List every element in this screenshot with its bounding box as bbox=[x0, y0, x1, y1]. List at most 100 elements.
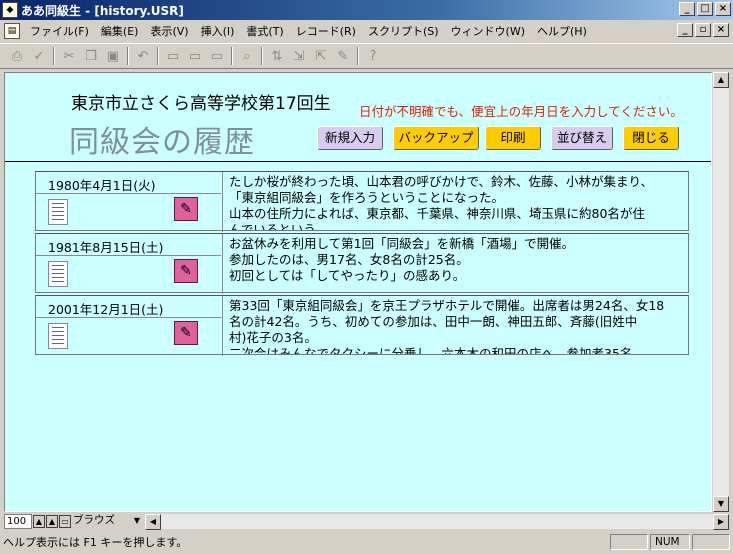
toolbar-separator bbox=[231, 47, 233, 65]
record-description[interactable]: たしか桜が終わった頃、山本君の呼びかけで、鈴木、佐藤、小林が集まり、 「東京組同… bbox=[229, 174, 685, 230]
record-date[interactable]: 1980年4月1日(火) bbox=[48, 175, 155, 194]
delete-record-icon[interactable]: ▭ bbox=[206, 45, 228, 67]
duplicate-record-icon[interactable]: ▭ bbox=[184, 45, 206, 67]
help-icon[interactable]: ? bbox=[362, 45, 384, 67]
vertical-scrollbar[interactable]: ▲ ▼ bbox=[713, 72, 729, 512]
edit-icon[interactable]: ✎ bbox=[174, 321, 198, 345]
zoom-out-icon[interactable]: ▲ bbox=[33, 515, 45, 528]
description-line: 名の計42名。うち、初めての参加は、田中一朗、神田五郎、斉藤(旧姓中 bbox=[229, 314, 638, 329]
description-line: 二次会はみんなでタクシーに分乗し、六本木の和田の店へ。参加者35名。 bbox=[229, 346, 645, 354]
sort-button[interactable]: 並び替え bbox=[551, 126, 613, 150]
menu-window[interactable]: ウィンドウ(W) bbox=[445, 23, 531, 39]
status-pane-empty bbox=[610, 534, 648, 550]
menu-format[interactable]: 書式(T) bbox=[240, 23, 289, 39]
bottom-bar: 100 ▲ ▲ ▭ ブラウズ ▼ ◀ ▶ bbox=[4, 513, 729, 530]
new-record-icon[interactable]: ▭ bbox=[162, 45, 184, 67]
zoom-level[interactable]: 100 bbox=[4, 514, 32, 529]
menu-file[interactable]: ファイル(F) bbox=[24, 23, 95, 39]
horizontal-scrollbar[interactable] bbox=[161, 514, 713, 529]
backup-button[interactable]: バックアップ bbox=[393, 126, 479, 150]
record-description[interactable]: 第33回「東京組同級会」を京王プラザホテルで開催。出席者は男24名、女18 名の… bbox=[229, 298, 685, 354]
description-line: 山本の住所力によれば、東京都、千葉県、神奈川県、埼玉県に約80名が住 bbox=[229, 206, 645, 221]
zoom-in-icon[interactable]: ▲ bbox=[46, 515, 58, 528]
record-separator bbox=[222, 172, 223, 232]
edit-icon[interactable]: ✎ bbox=[174, 259, 198, 283]
record-date[interactable]: 2001年12月1日(土) bbox=[48, 299, 163, 318]
document-controls: _ ▫ × bbox=[677, 23, 729, 37]
school-name: 東京市立さくら高等学校第17回生 bbox=[71, 94, 331, 114]
minimize-button[interactable]: _ bbox=[679, 2, 695, 16]
script-icon[interactable]: ✎ bbox=[332, 45, 354, 67]
header-divider bbox=[5, 161, 711, 162]
sort-icon[interactable]: ⇅ bbox=[266, 45, 288, 67]
toolbar-separator bbox=[261, 47, 263, 65]
document-icon[interactable] bbox=[48, 199, 68, 225]
description-line: 村)花子の3名。 bbox=[229, 330, 317, 345]
paste-icon[interactable]: ▣ bbox=[102, 45, 124, 67]
edit-icon[interactable]: ✎ bbox=[174, 197, 198, 221]
menu-view[interactable]: 表示(V) bbox=[144, 23, 194, 39]
scroll-right-icon[interactable]: ▶ bbox=[713, 513, 729, 530]
print-button[interactable]: 印刷 bbox=[485, 126, 541, 150]
layout-content: 東京市立さくら高等学校第17回生 同級会の履歴 日付が不明確でも、便宜上の年月日… bbox=[4, 72, 712, 512]
cut-icon[interactable]: ✂ bbox=[58, 45, 80, 67]
toolbar: ⎙ ✓ ✂ ❐ ▣ ↶ ▭ ▭ ▭ ⌕ ⇅ ⇲ ⇱ ✎ ? bbox=[0, 43, 733, 69]
record-row[interactable]: 1981年8月15日(土) ✎ お盆休みを利用して第1回「同級会」を新橋「酒場」… bbox=[35, 233, 689, 294]
close-button[interactable]: 閉じる bbox=[623, 126, 679, 150]
maximize-button[interactable]: □ bbox=[697, 2, 713, 16]
record-date[interactable]: 1981年8月15日(土) bbox=[48, 237, 163, 256]
record-separator bbox=[222, 234, 223, 294]
record-description[interactable]: お盆休みを利用して第1回「同級会」を新橋「酒場」で開催。 参加したのは、男17名… bbox=[229, 236, 685, 292]
description-line: たしか桜が終わった頃、山本君の呼びかけで、鈴木、佐藤、小林が集まり、 bbox=[229, 174, 654, 189]
doc-restore-button[interactable]: ▫ bbox=[695, 23, 711, 37]
spellcheck-icon[interactable]: ✓ bbox=[28, 45, 50, 67]
window-title: ああ同級生 - [history.USR] bbox=[21, 3, 184, 18]
close-window-button[interactable]: × bbox=[715, 2, 731, 16]
document-icon[interactable] bbox=[48, 323, 68, 349]
menu-bar: ▤ ファイル(F) 編集(E) 表示(V) 挿入(I) 書式(T) レコード(R… bbox=[0, 20, 733, 42]
document-icon[interactable] bbox=[48, 261, 68, 287]
status-area-toggle-icon[interactable]: ▭ bbox=[59, 515, 71, 528]
doc-minimize-button[interactable]: _ bbox=[677, 23, 693, 37]
date-notice: 日付が不明確でも、便宜上の年月日を入力してください。 bbox=[359, 104, 683, 119]
find-icon[interactable]: ⌕ bbox=[236, 45, 258, 67]
page-title: 同級会の履歴 bbox=[69, 125, 255, 160]
title-bar: ◆ ああ同級生 - [history.USR] _ □ × bbox=[0, 0, 733, 20]
scroll-left-icon[interactable]: ◀ bbox=[145, 513, 161, 530]
copy-icon[interactable]: ❐ bbox=[80, 45, 102, 67]
description-line: 参加したのは、男17名、女8名の計25名。 bbox=[229, 252, 469, 267]
scroll-up-icon[interactable]: ▲ bbox=[713, 72, 729, 88]
menu-edit[interactable]: 編集(E) bbox=[95, 23, 145, 39]
record-row[interactable]: 2001年12月1日(土) ✎ 第33回「東京組同級会」を京王プラザホテルで開催… bbox=[35, 295, 689, 356]
record-separator bbox=[222, 296, 223, 356]
status-help-text: ヘルプ表示には F1 キーを押します。 bbox=[3, 536, 188, 549]
import-icon[interactable]: ⇲ bbox=[288, 45, 310, 67]
status-bar: ヘルプ表示には F1 キーを押します。 NUM bbox=[0, 532, 733, 552]
mode-dropdown-icon[interactable]: ▼ bbox=[131, 514, 143, 529]
description-line: 初回としては「してやったり」の感あり。 bbox=[229, 268, 466, 283]
record-divider bbox=[36, 193, 221, 194]
record-divider bbox=[36, 317, 221, 318]
description-line: 第33回「東京組同級会」を京王プラザホテルで開催。出席者は男24名、女18 bbox=[229, 298, 665, 313]
doc-close-button[interactable]: × bbox=[713, 23, 729, 37]
menu-records[interactable]: レコード(R) bbox=[290, 23, 362, 39]
record-divider bbox=[36, 255, 221, 256]
menu-help[interactable]: ヘルプ(H) bbox=[531, 23, 593, 39]
new-entry-button[interactable]: 新規入力 bbox=[317, 126, 383, 150]
mode-select[interactable]: ブラウズ bbox=[71, 514, 131, 529]
record-row[interactable]: 1980年4月1日(火) ✎ たしか桜が終わった頃、山本君の呼びかけで、鈴木、佐… bbox=[35, 171, 689, 232]
scroll-down-icon[interactable]: ▼ bbox=[713, 496, 729, 512]
toolbar-separator bbox=[357, 47, 359, 65]
app-icon[interactable]: ◆ bbox=[2, 2, 18, 18]
menu-insert[interactable]: 挿入(I) bbox=[195, 23, 241, 39]
print-icon[interactable]: ⎙ bbox=[6, 45, 28, 67]
description-line: んでいるという。 bbox=[229, 222, 328, 230]
status-pane-empty bbox=[692, 534, 730, 550]
toolbar-separator bbox=[127, 47, 129, 65]
menu-scripts[interactable]: スクリプト(S) bbox=[362, 23, 445, 39]
description-line: 「東京組同級会」を作ろうということになった。 bbox=[229, 190, 505, 205]
num-lock-indicator: NUM bbox=[650, 534, 690, 550]
export-icon[interactable]: ⇱ bbox=[310, 45, 332, 67]
document-icon[interactable]: ▤ bbox=[4, 23, 20, 39]
undo-icon[interactable]: ↶ bbox=[132, 45, 154, 67]
